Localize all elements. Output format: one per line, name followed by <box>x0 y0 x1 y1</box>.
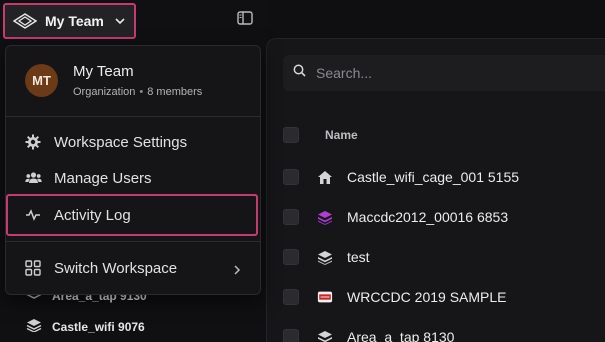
menu-divider <box>6 241 260 242</box>
team-logo-icon <box>13 9 37 33</box>
stack-icon <box>317 329 333 342</box>
table-row[interactable]: Castle_wifi_cage_001 5155 <box>283 165 605 189</box>
table-row[interactable]: Maccdc2012_00016 6853 <box>283 205 605 229</box>
sidebar-toggle-icon <box>237 10 253 30</box>
team-name: My Team <box>45 13 104 29</box>
row-label: Maccdc2012_00016 6853 <box>347 209 509 225</box>
row-checkbox[interactable] <box>283 169 299 185</box>
menu-item-workspace-settings[interactable]: Workspace Settings <box>24 131 187 153</box>
search-icon <box>293 64 306 82</box>
menu-divider <box>6 116 260 117</box>
sidebar-item-label: Castle_wifi 9076 <box>52 319 145 334</box>
separator-dot: • <box>139 86 144 98</box>
stack-purple-icon <box>317 209 333 225</box>
column-header-name[interactable]: Name <box>325 128 358 142</box>
collapse-sidebar-button[interactable] <box>234 10 256 30</box>
chevron-down-icon <box>114 14 128 28</box>
users-icon <box>24 169 42 187</box>
sidebar-item-castle-wifi[interactable]: Castle_wifi 9076 <box>26 318 145 335</box>
row-checkbox[interactable] <box>283 289 299 305</box>
org-name: My Team <box>73 63 134 80</box>
table-header: Name <box>283 123 605 147</box>
search-bar[interactable] <box>283 55 605 91</box>
row-label: Castle_wifi_cage_001 5155 <box>347 169 520 185</box>
org-members: 8 members <box>147 86 203 98</box>
row-checkbox[interactable] <box>283 249 299 265</box>
menu-item-label: Activity Log <box>54 206 131 224</box>
select-all-checkbox[interactable] <box>283 127 299 143</box>
stack-icon <box>26 318 42 335</box>
gear-icon <box>24 133 42 151</box>
menu-item-label: Switch Workspace <box>54 259 178 277</box>
menu-item-switch-workspace[interactable]: Switch Workspace <box>24 257 177 279</box>
menu-item-manage-users[interactable]: Manage Users <box>24 167 152 189</box>
menu-item-label: Workspace Settings <box>54 133 188 151</box>
grid-icon <box>24 259 42 277</box>
org-meta: Organization • 8 members <box>73 86 202 98</box>
row-label: test <box>347 249 370 265</box>
table-row[interactable]: Area_a_tap 8130 <box>283 325 605 342</box>
house-icon <box>317 169 333 185</box>
stack-icon <box>317 249 333 265</box>
row-checkbox[interactable] <box>283 209 299 225</box>
avatar: MT <box>25 64 58 97</box>
menu-item-label: Manage Users <box>54 169 152 187</box>
main-panel: Name Castle_wifi_cage_001 5155 Maccdc201… <box>266 38 605 342</box>
table-row[interactable]: WRCCDC 2019 SAMPLE <box>283 285 605 309</box>
table-row[interactable]: test <box>283 245 605 269</box>
activity-icon <box>24 206 42 224</box>
row-checkbox[interactable] <box>283 329 299 342</box>
team-switcher-button[interactable]: My Team <box>3 3 136 39</box>
chevron-right-icon <box>232 264 242 276</box>
search-input[interactable] <box>316 65 576 81</box>
org-type: Organization <box>73 86 136 98</box>
menu-item-activity-log[interactable]: Activity Log <box>6 194 258 236</box>
team-dropdown-menu: MT My Team Organization • 8 members Work… <box>5 45 261 295</box>
row-label: WRCCDC 2019 SAMPLE <box>347 289 507 305</box>
badge-icon <box>317 289 333 305</box>
row-label: Area_a_tap 8130 <box>347 329 455 342</box>
